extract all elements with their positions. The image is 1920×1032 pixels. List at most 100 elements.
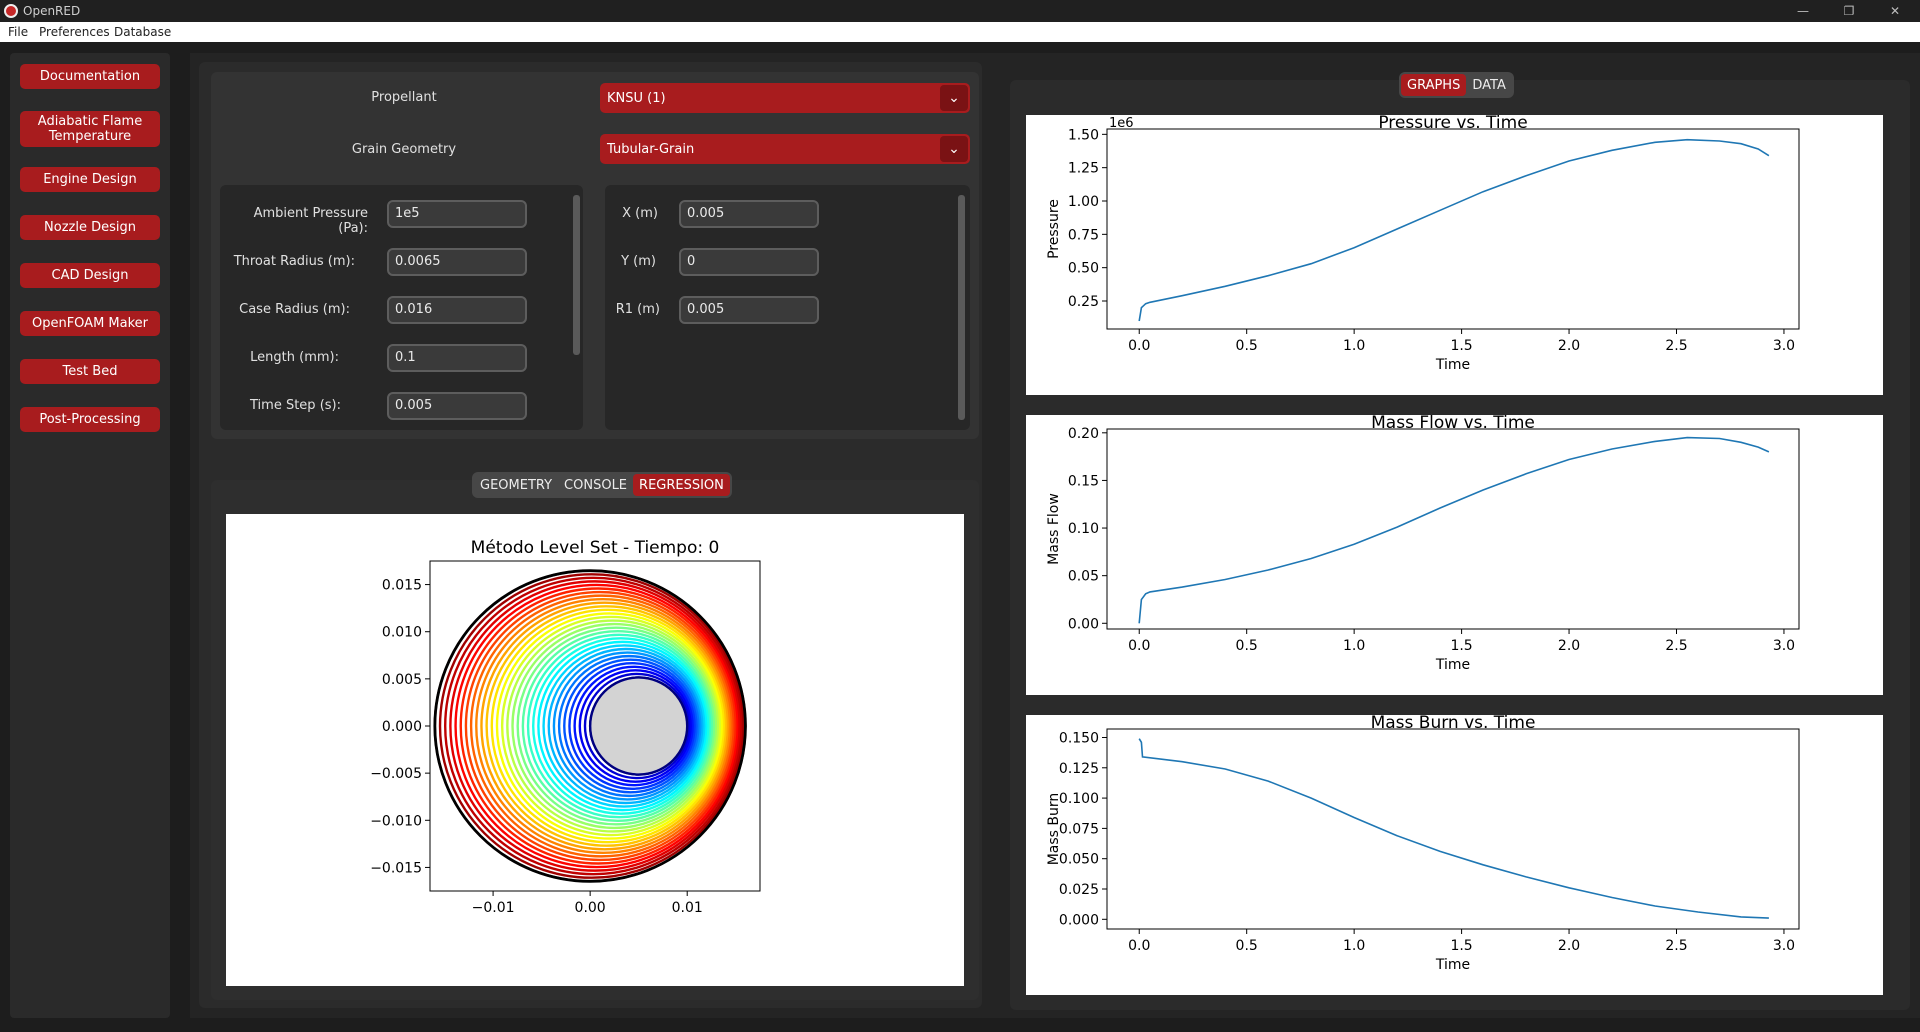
y-axis-label: Mass Flow xyxy=(1046,493,1062,565)
tab-data[interactable]: DATA xyxy=(1466,74,1512,96)
throat-radius-field[interactable]: 0.0065 xyxy=(387,248,527,276)
series-line-3 xyxy=(1138,738,1769,919)
title-bar: OpenRED — ❐ ✕ xyxy=(0,0,1920,22)
y-tick-label: 0.150 xyxy=(1059,730,1099,746)
y-tick-label: 0.100 xyxy=(1059,791,1099,807)
x-tick-label: 2.0 xyxy=(1558,338,1580,354)
tab-console[interactable]: CONSOLE xyxy=(558,474,633,496)
x-field[interactable]: 0.005 xyxy=(679,200,819,228)
x-tick-label: 0.0 xyxy=(1128,938,1150,954)
tab-regression[interactable]: REGRESSION xyxy=(633,474,730,496)
case-radius-field[interactable]: 0.016 xyxy=(387,296,527,324)
sidebar-item-nozzle-design[interactable]: Nozzle Design xyxy=(20,215,160,240)
x-tick-label: 1.5 xyxy=(1450,338,1472,354)
y-tick-label: −0.015 xyxy=(370,860,422,876)
sidebar-item-cad-design[interactable]: CAD Design xyxy=(20,263,160,288)
app-logo-icon xyxy=(4,4,18,18)
propellant-label: Propellant xyxy=(371,90,437,105)
ambient-pressure-field[interactable]: 1e5 xyxy=(387,200,527,228)
y-tick-label: 0.25 xyxy=(1068,294,1099,310)
sidebar-item-documentation[interactable]: Documentation xyxy=(20,64,160,89)
x-label: X (m) xyxy=(622,206,658,221)
y-tick-label: 0.000 xyxy=(1059,912,1099,928)
chart-title: Pressure vs. Time xyxy=(1378,115,1527,133)
engine-params-scrollbar[interactable] xyxy=(573,195,580,355)
grain-core xyxy=(591,678,687,774)
x-tick-label: 1.0 xyxy=(1343,338,1365,354)
level-set-contour-plot: Método Level Set - Tiempo: 0 −0.01 0.00 0.0… xyxy=(370,538,761,916)
case-radius-label: Case Radius (m): xyxy=(239,302,350,317)
geometry-params-scrollbar[interactable] xyxy=(958,195,965,420)
sidebar-item-adiabatic-flame-temperature[interactable]: Adiabatic Flame Temperature xyxy=(20,111,160,147)
y-tick-label: −0.010 xyxy=(370,813,422,829)
y-tick-label: 0.050 xyxy=(1059,852,1099,868)
y-tick-label: 1.25 xyxy=(1068,161,1099,177)
time-step-field[interactable]: 0.005 xyxy=(387,392,527,420)
pressure-vs-time-chart: Pressure vs. Time 0.0 0.5 1.0 1.5 2.0 2.5 3.0 0.… xyxy=(1046,113,1800,373)
x-tick-label: 3.0 xyxy=(1773,338,1795,354)
close-icon[interactable]: ✕ xyxy=(1872,0,1918,22)
menu-database[interactable]: Database xyxy=(114,25,171,39)
mass-flow-chart-canvas: Mass Flow vs. Time 0.0 0.5 1.0 1.5 2.0 2.5 3.0 0… xyxy=(1026,413,1883,695)
chart-title: Método Level Set - Tiempo: 0 xyxy=(471,538,720,558)
chevron-down-icon[interactable]: ⌄ xyxy=(940,136,968,162)
time-step-label: Time Step (s): xyxy=(250,398,341,413)
y-tick-label: 0.125 xyxy=(1059,761,1099,777)
sidebar-item-engine-design[interactable]: Engine Design xyxy=(20,167,160,192)
r1-field[interactable]: 0.005 xyxy=(679,296,819,324)
y-tick-label: 0.00 xyxy=(1068,616,1099,632)
pressure-chart-canvas: Pressure vs. Time 0.0 0.5 1.0 1.5 2.0 2.5 3.0 0.… xyxy=(1026,113,1883,395)
tab-graphs[interactable]: GRAPHS xyxy=(1401,74,1467,96)
x-tick-label: 2.5 xyxy=(1665,938,1687,954)
length-label: Length (mm): xyxy=(250,350,339,365)
mass-burn-vs-time-chart: Mass Burn vs. Time 0.0 0.5 1.0 1.5 2.0 2.5 3.0 0… xyxy=(1046,713,1800,973)
x-axis-label: Time xyxy=(1435,957,1470,973)
ambient-pressure-label: Ambient Pressure (Pa): xyxy=(253,206,368,236)
x-tick-label: 0.0 xyxy=(1128,338,1150,354)
x-axis-label: Time xyxy=(1435,357,1470,373)
sidebar-item-openfoam-maker[interactable]: OpenFOAM Maker xyxy=(20,311,160,336)
y-tick-label: 0.10 xyxy=(1068,521,1099,537)
chevron-down-icon[interactable]: ⌄ xyxy=(940,85,968,111)
tab-geometry[interactable]: GEOMETRY xyxy=(474,474,558,496)
menu-bar: File Preferences Database xyxy=(0,22,1920,42)
sidebar-item-test-bed[interactable]: Test Bed xyxy=(20,359,160,384)
x-tick-label: 0.00 xyxy=(575,900,606,916)
x-tick-label: 1.0 xyxy=(1343,638,1365,654)
x-tick-label: 2.0 xyxy=(1558,638,1580,654)
grain-geometry-label: Grain Geometry xyxy=(351,142,457,157)
x-axis-label: Time xyxy=(1435,657,1470,673)
mass-burn-chart-canvas: Mass Burn vs. Time 0.0 0.5 1.0 1.5 2.0 2.5 3.0 0… xyxy=(1026,713,1883,995)
propellant-select[interactable]: KNSU (1) ⌄ xyxy=(600,83,970,113)
y-field[interactable]: 0 xyxy=(679,248,819,276)
mass-flow-vs-time-chart: Mass Flow vs. Time 0.0 0.5 1.0 1.5 2.0 2.5 3.0 0… xyxy=(1046,413,1800,673)
y-tick-label: 0.50 xyxy=(1068,261,1099,277)
x-tick-label: 0.01 xyxy=(672,900,703,916)
plot-frame xyxy=(1106,728,1800,930)
y-tick-label: 0.15 xyxy=(1068,473,1099,489)
throat-radius-label: Throat Radius (m): xyxy=(233,254,355,269)
contour-group xyxy=(433,569,747,883)
y-tick-label: 0.075 xyxy=(1059,821,1099,837)
x-tick-label: 0.5 xyxy=(1236,938,1258,954)
x-tick-label: 0.0 xyxy=(1128,638,1150,654)
length-field[interactable]: 0.1 xyxy=(387,344,527,372)
grain-geometry-value: Tubular-Grain xyxy=(607,142,695,157)
x-tick-label: 3.0 xyxy=(1773,938,1795,954)
plot-frame xyxy=(1106,428,1800,630)
y-tick-label: 0.010 xyxy=(382,625,422,641)
menu-preferences[interactable]: Preferences xyxy=(39,25,110,39)
menu-file[interactable]: File xyxy=(8,25,28,39)
y-tick-label: 1.50 xyxy=(1068,127,1099,143)
x-tick-label: 1.5 xyxy=(1450,938,1472,954)
y-tick-label: 0.000 xyxy=(382,719,422,735)
chart-title: Mass Burn vs. Time xyxy=(1371,715,1536,733)
x-tick-label: 1.0 xyxy=(1343,938,1365,954)
minimize-icon[interactable]: — xyxy=(1780,0,1826,22)
maximize-icon[interactable]: ❐ xyxy=(1826,0,1872,22)
y-label: Y (m) xyxy=(621,254,656,269)
grain-geometry-select[interactable]: Tubular-Grain ⌄ xyxy=(600,134,970,164)
sidebar-item-post-processing[interactable]: Post-Processing xyxy=(20,407,160,432)
offset-label: 1e6 xyxy=(1109,116,1134,131)
y-tick-label: 0.025 xyxy=(1059,882,1099,898)
